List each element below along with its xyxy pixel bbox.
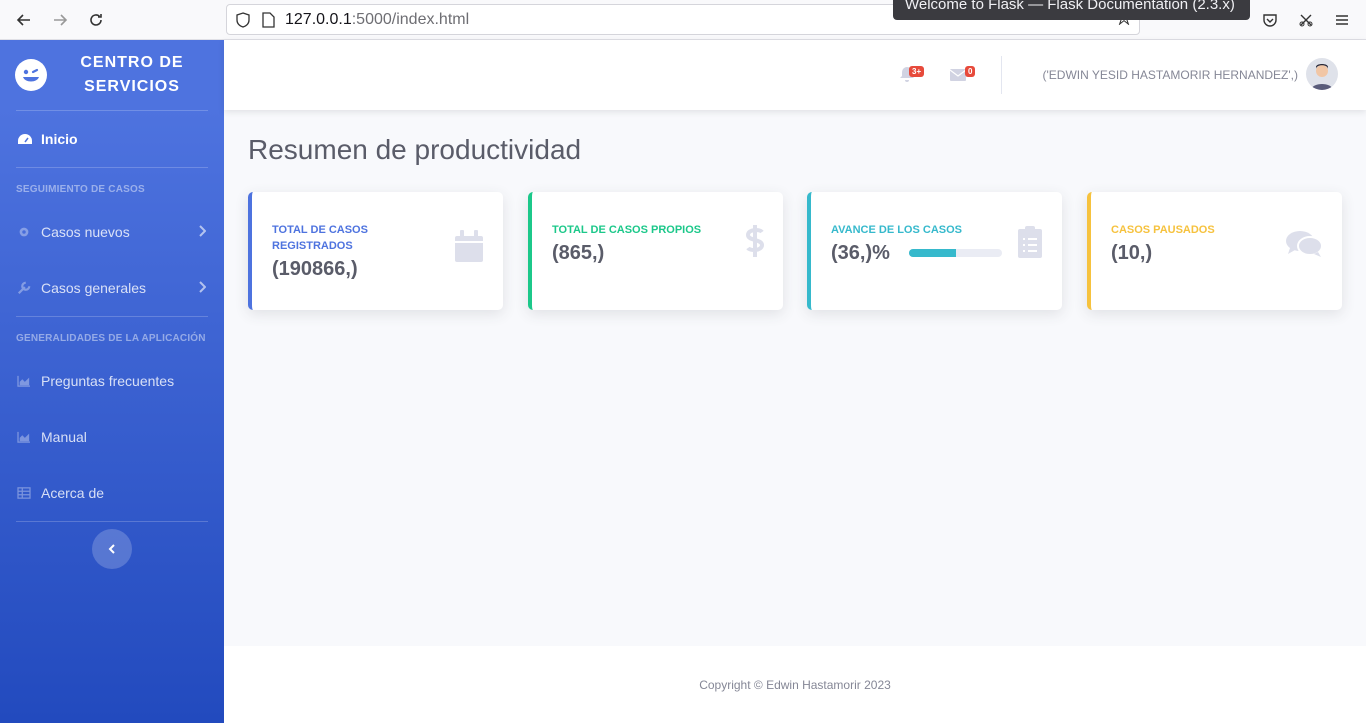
card-value: (36,)% xyxy=(831,242,890,264)
chevron-right-icon xyxy=(198,224,207,240)
tachometer-icon xyxy=(17,132,33,146)
sidebar-item-label: Inicio xyxy=(41,131,78,147)
page-icon xyxy=(261,11,275,28)
card-label: AVANCE DE LOS CASOS xyxy=(831,224,962,236)
topbar-divider xyxy=(1001,56,1002,94)
stat-card-pausados: CASOS PAUSADOS (10,) xyxy=(1087,192,1342,310)
sidebar-item-preguntas-frecuentes[interactable]: Preguntas frecuentes xyxy=(0,353,224,409)
chevron-left-icon xyxy=(108,543,116,555)
tab-tooltip: Welcome to Flask — Flask Documentation (… xyxy=(893,0,1250,20)
stat-card-avance: AVANCE DE LOS CASOS (36,)% xyxy=(807,192,1062,310)
wrench-icon xyxy=(17,281,33,295)
pocket-icon[interactable] xyxy=(1256,6,1284,34)
stat-card-total-registrados: TOTAL DE CASOS REGISTRADOS (190866,) xyxy=(248,192,503,310)
calendar-icon xyxy=(455,230,483,267)
copyright-text: Copyright © Edwin Hastamorir 2023 xyxy=(699,678,891,692)
sidebar-item-label: Casos generales xyxy=(41,280,147,296)
reload-button[interactable] xyxy=(78,2,114,38)
comments-icon xyxy=(1286,230,1323,263)
card-value: (190866,) xyxy=(272,258,358,280)
sidebar-item-label: Acerca de xyxy=(41,485,105,501)
cog-icon xyxy=(17,225,33,239)
screenshot-icon[interactable] xyxy=(1292,6,1320,34)
url-path: :5000/index.html xyxy=(351,10,470,28)
sidebar-item-label: Preguntas frecuentes xyxy=(41,373,175,389)
sidebar-item-casos-nuevos[interactable]: Casos nuevos xyxy=(0,204,224,260)
card-label: CASOS PAUSADOS xyxy=(1111,224,1215,236)
back-button[interactable] xyxy=(6,2,42,38)
sidebar-item-manual[interactable]: Manual xyxy=(0,409,224,465)
chevron-right-icon xyxy=(198,280,207,296)
card-value: (865,) xyxy=(552,242,605,264)
url-host: 127.0.0.1 xyxy=(285,10,352,28)
shield-icon xyxy=(235,11,251,28)
sidebar-item-inicio[interactable]: Inicio xyxy=(0,111,224,167)
sidebar-heading: SEGUIMIENTO DE CASOS xyxy=(16,184,145,195)
sidebar-brand[interactable]: CENTRO DE SERVICIOS xyxy=(0,40,224,110)
footer: Copyright © Edwin Hastamorir 2023 xyxy=(224,646,1366,723)
menu-icon[interactable] xyxy=(1328,6,1356,34)
card-label: TOTAL DE CASOS PROPIOS xyxy=(552,224,702,236)
messages-badge: 0 xyxy=(965,66,976,77)
progress-bar xyxy=(909,249,1002,257)
alerts-badge: 3+ xyxy=(909,66,925,77)
dollar-icon xyxy=(745,224,765,263)
sidebar-divider xyxy=(16,521,208,522)
clipboard-list-icon xyxy=(1018,226,1042,263)
forward-button[interactable] xyxy=(42,2,78,38)
sidebar-heading: GENERALIDADES DE LA APLICACIÓN xyxy=(16,333,206,344)
table-icon xyxy=(17,487,33,499)
sidebar: CENTRO DE SERVICIOS Inicio SEGUIMIENTO D… xyxy=(0,40,224,723)
sidebar-item-acerca-de[interactable]: Acerca de xyxy=(0,465,224,521)
sidebar-toggle-button[interactable] xyxy=(92,529,132,569)
stat-card-casos-propios: TOTAL DE CASOS PROPIOS (865,) xyxy=(528,192,783,310)
sidebar-item-label: Manual xyxy=(41,429,87,445)
sidebar-item-label: Casos nuevos xyxy=(41,224,130,240)
page-title: Resumen de productividad xyxy=(248,134,582,165)
card-label: TOTAL DE CASOS REGISTRADOS xyxy=(272,224,368,252)
envelope-icon[interactable] xyxy=(949,68,967,86)
laugh-wink-icon xyxy=(15,59,47,91)
progress-fill xyxy=(909,249,956,257)
chart-area-icon xyxy=(17,375,33,387)
card-value: (10,) xyxy=(1111,242,1153,264)
user-name[interactable]: ('EDWIN YESID HASTAMORIR HERNANDEZ',) xyxy=(1043,68,1299,82)
browser-toolbar: 127.0.0.1:5000/index.html Welcome to Fla… xyxy=(0,0,1366,40)
topbar: 3+ 0 ('EDWIN YESID HASTAMORIR HERNANDEZ'… xyxy=(224,40,1366,110)
chart-area-icon xyxy=(17,431,33,443)
brand-title: CENTRO DE SERVICIOS xyxy=(80,54,184,95)
avatar[interactable] xyxy=(1306,58,1338,90)
sidebar-item-casos-generales[interactable]: Casos generales xyxy=(0,260,224,316)
